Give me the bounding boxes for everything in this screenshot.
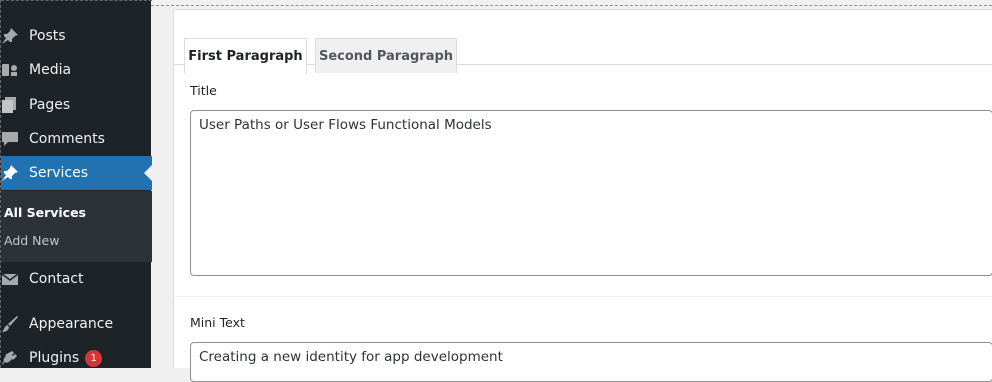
sidebar-item-label: Plugins: [29, 350, 80, 366]
sidebar-item-label: Appearance: [29, 316, 114, 332]
update-count-badge: 1: [85, 349, 103, 367]
main-top-border: [151, 5, 992, 6]
sidebar-item-services[interactable]: Services: [1, 156, 152, 190]
pin-icon: [1, 26, 21, 46]
pages-icon: [1, 95, 21, 115]
sidebar-item-label: Posts: [29, 28, 66, 44]
tab-second-paragraph[interactable]: Second Paragraph: [315, 38, 457, 73]
sidebar-item-label: Comments: [29, 131, 105, 147]
plug-icon: [1, 348, 21, 368]
sidebar-top-border: [1, 0, 152, 1]
media-icon: [1, 60, 21, 80]
sidebar-item-media[interactable]: Media: [1, 53, 152, 87]
mail-icon: [1, 269, 21, 289]
submenu-item-all-services[interactable]: All Services: [4, 205, 86, 220]
title-label: Title: [190, 83, 217, 98]
sidebar-item-posts[interactable]: Posts: [1, 19, 152, 53]
sidebar-item-plugins[interactable]: Plugins 1: [1, 341, 152, 375]
submenu-item-add-new[interactable]: Add New: [4, 233, 59, 248]
tab-first-paragraph[interactable]: First Paragraph: [184, 38, 307, 74]
sidebar-item-label: Services: [29, 165, 89, 181]
sidebar-item-label: Contact: [29, 271, 84, 287]
sidebar-item-comments[interactable]: Comments: [1, 122, 152, 156]
content-panel: First Paragraph Second Paragraph Title U…: [173, 9, 992, 382]
sidebar-item-appearance[interactable]: Appearance: [1, 307, 152, 341]
mini-text-input[interactable]: Creating a new identity for app developm…: [190, 342, 992, 382]
pin-icon: [1, 163, 21, 183]
tabs-bar: First Paragraph Second Paragraph: [174, 18, 992, 74]
brush-icon: [1, 314, 21, 334]
sidebar-item-label: Pages: [29, 97, 71, 113]
tab-label: Second Paragraph: [318, 48, 454, 64]
mini-text-label: Mini Text: [190, 315, 245, 330]
field-divider: [174, 296, 992, 297]
title-textarea[interactable]: User Paths or User Flows Functional Mode…: [190, 110, 992, 276]
comment-icon: [1, 129, 21, 149]
sidebar-item-pages[interactable]: Pages: [1, 88, 152, 122]
admin-sidebar: Posts Media Pages Comments Services All …: [0, 0, 152, 368]
tab-label: First Paragraph: [188, 49, 303, 64]
services-submenu: All Services Add New: [1, 191, 152, 262]
sidebar-item-contact[interactable]: Contact: [1, 262, 152, 296]
sidebar-item-label: Media: [29, 62, 72, 78]
